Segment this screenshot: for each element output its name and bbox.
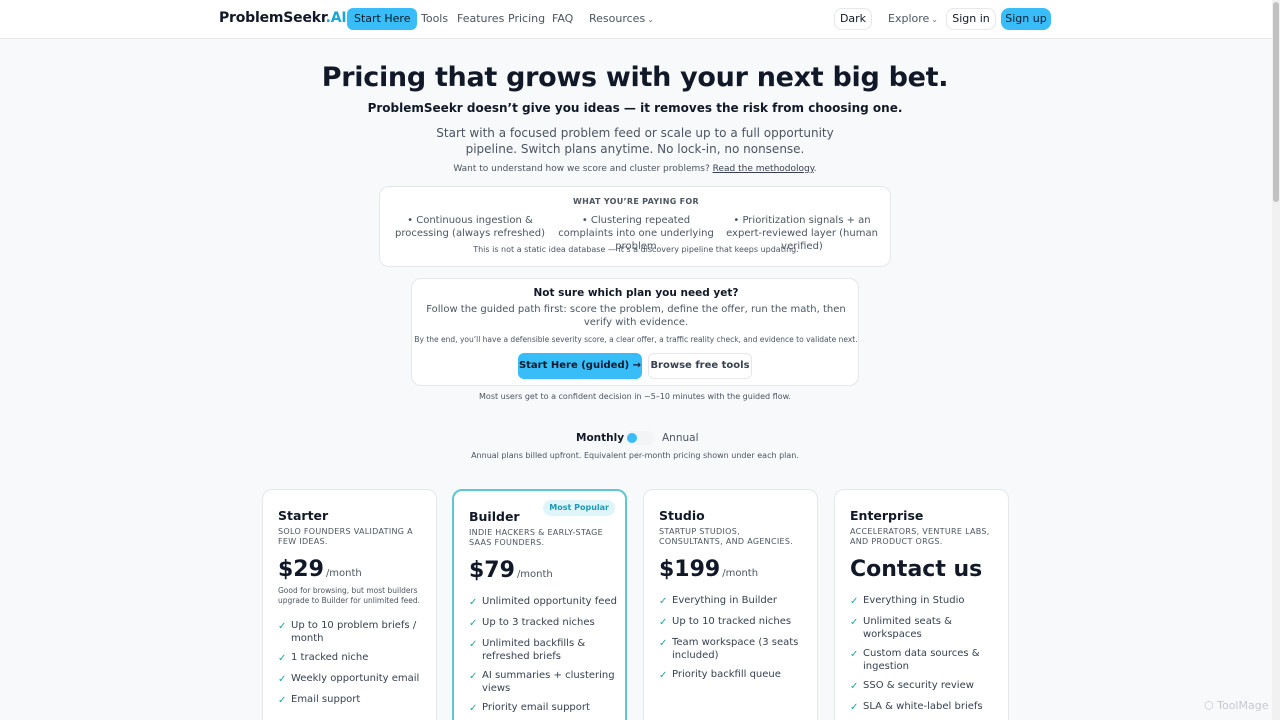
plan-feature: ✓ Team workspace (3 seats included) [659, 637, 799, 661]
check-icon: ✓ [659, 596, 668, 607]
paying-note: This is not a static idea database — it’… [473, 245, 799, 254]
check-icon: ✓ [850, 681, 859, 692]
plan-feature: ✓ Up to 10 tracked niches [659, 616, 792, 628]
nav-link-faq[interactable]: FAQ [552, 12, 573, 25]
theme-toggle-button[interactable]: Dark [834, 8, 872, 30]
check-icon: ✓ [469, 618, 478, 629]
plan-feature: ✓ Weekly opportunity email [278, 673, 420, 685]
guided-path-panel: Not sure which plan you need yet? Follow… [411, 278, 859, 386]
plan-feature: ✓ Up to 3 tracked niches [469, 617, 595, 629]
sign-up-button[interactable]: Sign up [1001, 8, 1051, 30]
plan-feature: ✓ Unlimited seats & workspaces [850, 616, 952, 640]
plan-feature: ✓ Everything in Builder [659, 595, 777, 607]
check-icon: ✓ [278, 621, 287, 632]
guided-title: Not sure which plan you need yet? [533, 287, 739, 299]
check-icon: ✓ [850, 702, 859, 713]
check-icon: ✓ [659, 638, 668, 649]
plan-feature: ✓ SLA & white-label briefs [850, 701, 983, 713]
top-nav: ProblemSeekr.AI Start Here Tools Feature… [0, 0, 1280, 39]
methodology-line: Want to understand how we score and clus… [453, 164, 817, 174]
check-icon: ✓ [659, 617, 668, 628]
check-icon: ✓ [850, 649, 859, 660]
nav-link-resources[interactable]: Resources ⌄ [589, 12, 654, 25]
start-guided-button[interactable]: Start Here (guided) → [518, 353, 642, 379]
plan-feature: ✓ AI summaries + clustering views [469, 670, 615, 694]
plan-audience: ACCELERATORS, VENTURE LABS, AND PRODUCT … [850, 527, 990, 546]
nav-link-pricing[interactable]: Pricing [508, 12, 545, 25]
plan-feature: ✓ Email support [278, 694, 361, 706]
paying-for-heading: WHAT YOU’RE PAYING FOR [573, 197, 699, 206]
plan-name: Studio [659, 508, 705, 523]
plan-feature: ✓ Priority email support [469, 702, 590, 714]
check-icon: ✓ [469, 671, 478, 682]
plan-feature: ✓ Unlimited backfills & refreshed briefs [469, 638, 586, 662]
methodology-link[interactable]: Read the methodology [713, 164, 814, 174]
plan-feature: ✓ Everything in Studio [850, 595, 965, 607]
plan-price: $199/month [659, 557, 759, 582]
guided-note: By the end, you’ll have a defensible sev… [414, 335, 858, 344]
check-icon: ✓ [469, 597, 478, 608]
scrollbar-thumb[interactable] [1273, 2, 1279, 202]
plan-price: $29/month [278, 557, 362, 582]
check-icon: ✓ [469, 703, 478, 714]
watermark: ⬡ ToolMage [1204, 699, 1269, 712]
plan-card-builder: Most Popular Builder INDIE HACKERS & EAR… [452, 489, 627, 720]
check-icon: ✓ [469, 639, 478, 650]
plan-audience: INDIE HACKERS & EARLY-STAGE SAAS FOUNDER… [469, 528, 603, 547]
plan-name: Enterprise [850, 508, 924, 523]
nav-link-features[interactable]: Features [457, 12, 504, 25]
page-description: Start with a focused problem feed or sca… [436, 126, 834, 156]
check-icon: ✓ [278, 695, 287, 706]
plan-feature: ✓ Priority backfill queue [659, 669, 781, 681]
plan-feature: ✓ Unlimited opportunity feed [469, 596, 617, 608]
billing-toggle-knob [627, 433, 637, 443]
plan-card-studio: Studio STARTUP STUDIOS, CONSULTANTS, AND… [643, 489, 818, 720]
plan-audience: SOLO FOUNDERS VALIDATING A FEW IDEAS. [278, 527, 413, 546]
plan-card-starter: Starter SOLO FOUNDERS VALIDATING A FEW I… [262, 489, 437, 720]
check-icon: ✓ [850, 596, 859, 607]
plan-audience: STARTUP STUDIOS, CONSULTANTS, AND AGENCI… [659, 527, 794, 546]
chevron-down-icon: ⌄ [647, 15, 654, 24]
guided-description: Follow the guided path first: score the … [426, 304, 846, 328]
billing-note: Annual plans billed upfront. Equivalent … [471, 451, 799, 460]
billing-annual-label[interactable]: Annual [662, 432, 699, 444]
browse-free-tools-button[interactable]: Browse free tools [648, 353, 752, 379]
paying-item: • Continuous ingestion & processing (alw… [394, 215, 546, 239]
plan-feature: ✓ Up to 10 problem briefs / month [278, 620, 417, 644]
plan-name: Builder [469, 509, 520, 524]
billing-monthly-label[interactable]: Monthly [576, 432, 624, 444]
most-popular-badge: Most Popular [543, 500, 615, 516]
chevron-down-icon: ⌄ [931, 15, 938, 24]
billing-toggle[interactable] [624, 431, 654, 445]
start-here-button[interactable]: Start Here [347, 8, 418, 30]
plan-feature: ✓ 1 tracked niche [278, 652, 369, 664]
check-icon: ✓ [278, 674, 287, 685]
check-icon: ✓ [278, 653, 287, 664]
plan-price: Contact us [850, 557, 983, 582]
check-icon: ✓ [850, 617, 859, 628]
nav-link-tools[interactable]: Tools [421, 12, 448, 25]
plan-name: Starter [278, 508, 329, 523]
logo[interactable]: ProblemSeekr.AI [219, 10, 347, 26]
check-icon: ✓ [659, 670, 668, 681]
explore-menu[interactable]: Explore ⌄ [888, 12, 938, 25]
guided-after-note: Most users get to a confident decision i… [479, 392, 791, 401]
page-subtitle: ProblemSeekr doesn’t give you ideas — it… [367, 101, 903, 115]
page-title: Pricing that grows with your next big be… [321, 62, 949, 93]
plan-feature: ✓ Custom data sources & ingestion [850, 648, 980, 672]
watermark-logo-icon: ⬡ [1204, 699, 1214, 712]
paying-for-panel: WHAT YOU’RE PAYING FOR • Continuous inge… [379, 186, 891, 267]
plan-price-note: Good for browsing, but most builders upg… [278, 586, 421, 605]
plan-card-enterprise: Enterprise ACCELERATORS, VENTURE LABS, A… [834, 489, 1009, 720]
scrollbar[interactable] [1272, 0, 1280, 720]
plan-price: $79/month [469, 558, 553, 583]
plan-feature: ✓ SSO & security review [850, 680, 974, 692]
sign-in-button[interactable]: Sign in [946, 8, 996, 30]
